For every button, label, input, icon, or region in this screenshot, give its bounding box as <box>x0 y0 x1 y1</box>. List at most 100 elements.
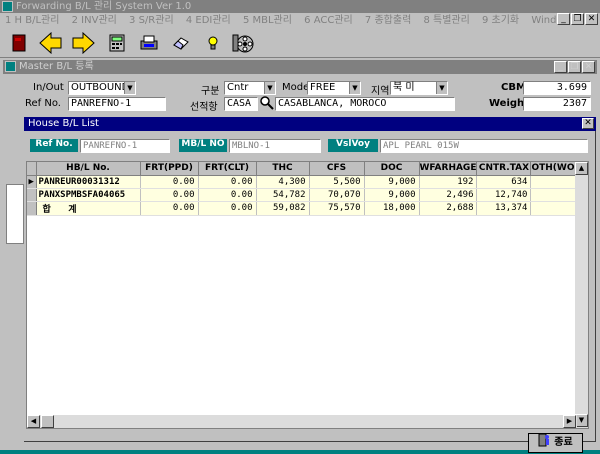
background-grid-edge <box>6 184 24 244</box>
menu-item-special[interactable]: 8 특별관리 <box>423 15 469 26</box>
close-icon[interactable]: ✕ <box>585 13 598 25</box>
app-logo-icon <box>2 1 13 12</box>
mode-select[interactable]: FREE ▼ <box>307 81 361 95</box>
close-button[interactable]: 종료 <box>528 433 583 453</box>
menu-item-sr[interactable]: 3 S/R관리 <box>129 15 174 26</box>
cell-ppd[interactable]: 0.00 <box>140 188 199 202</box>
vslvoy-badge: VslVoy <box>328 139 378 152</box>
minimize-icon[interactable]: _ <box>557 13 570 25</box>
app-title: Forwarding B/L 관리 System Ver 1.0 <box>16 1 192 12</box>
dialog-titlebar: House B/L List ✕ <box>24 117 596 131</box>
scroll-thumb[interactable] <box>41 415 54 428</box>
gubun-value: Cntr <box>227 82 249 93</box>
chevron-down-icon[interactable]: ▼ <box>264 82 275 94</box>
master-title: Master B/L 등록 <box>19 61 94 72</box>
menu-item-init[interactable]: 9 초기화 <box>482 15 519 26</box>
scroll-up-icon[interactable]: ▲ <box>575 162 588 175</box>
menu-item-mbl[interactable]: 5 MBL관리 <box>243 15 292 26</box>
scroll-left-icon[interactable]: ◀ <box>27 415 40 428</box>
indicator-header <box>27 162 37 176</box>
gubun-select[interactable]: Cntr ▼ <box>224 81 276 95</box>
window-logo-icon <box>5 61 16 72</box>
mode-label: Mode <box>282 82 310 93</box>
column-header[interactable]: WFARHAGE <box>419 162 478 176</box>
house-bl-grid[interactable]: HB/L No. FRT(PPD) FRT(CLT) THC CFS DOC W… <box>26 161 589 429</box>
column-header[interactable]: FRT(PPD) <box>140 162 199 176</box>
table-total-row[interactable]: 합 계 0.00 0.00 59,082 75,570 18,000 2,688… <box>27 201 588 216</box>
column-header[interactable]: FRT(CLT) <box>198 162 257 176</box>
column-header[interactable]: THC <box>256 162 310 176</box>
column-header[interactable]: CFS <box>309 162 365 176</box>
horizontal-scrollbar[interactable]: ◀ ▶ <box>27 415 577 428</box>
next-arrow-icon[interactable] <box>70 31 96 55</box>
cell-hbl[interactable]: PANREUR00031312 <box>36 175 141 189</box>
chevron-down-icon[interactable]: ▼ <box>124 82 135 94</box>
cell-cntr-tax[interactable]: 12,740 <box>476 188 532 202</box>
house-bl-list-dialog: House B/L List ✕ Ref No. PANREFNO-1 MB/L… <box>24 117 596 453</box>
calculator-icon[interactable] <box>104 31 130 55</box>
dialog-mbl-field[interactable]: MBLNO-1 <box>229 139 321 153</box>
film-reel-icon[interactable] <box>230 31 256 55</box>
cell-cfs[interactable]: 70,070 <box>309 188 365 202</box>
region-label: 지역 <box>371 86 390 97</box>
cell-wfarhage: 2,688 <box>419 201 478 216</box>
close-icon[interactable]: ✕ <box>582 61 595 73</box>
chevron-down-icon[interactable]: ▼ <box>349 82 360 94</box>
column-header[interactable]: CNTR.TAX <box>476 162 532 176</box>
refno-field[interactable]: PANREFNO-1 <box>68 97 166 111</box>
dialog-vslvoy-field[interactable]: APL PEARL 015W <box>380 139 588 153</box>
exit-person-icon <box>538 433 550 454</box>
port-name-field[interactable]: CASABLANCA, MOROCO <box>275 97 455 111</box>
menu-item-hbl[interactable]: 1 H B/L관리 <box>5 15 59 26</box>
column-header[interactable]: HB/L No. <box>36 162 141 176</box>
region-select[interactable]: 북 미 ▼ <box>390 81 448 95</box>
chevron-down-icon[interactable]: ▼ <box>436 82 447 94</box>
menu-item-acc[interactable]: 6 ACC관리 <box>304 15 353 26</box>
refno-badge: Ref No. <box>30 139 78 152</box>
menu-item-report[interactable]: 7 종합출력 <box>365 15 411 26</box>
cell-cfs[interactable]: 5,500 <box>309 175 365 189</box>
restore-icon[interactable]: ❐ <box>571 13 584 25</box>
eraser-icon[interactable] <box>168 31 194 55</box>
scroll-right-icon[interactable]: ▶ <box>563 415 576 428</box>
vertical-scrollbar[interactable]: ▲ ▼ <box>575 162 588 428</box>
cell-clt[interactable]: 0.00 <box>198 175 257 189</box>
gubun-label: 구분 <box>201 86 220 97</box>
column-header[interactable]: DOC <box>364 162 420 176</box>
cell-wfarhage[interactable]: 2,496 <box>419 188 478 202</box>
cell-clt[interactable]: 0.00 <box>198 188 257 202</box>
cell-hbl[interactable]: PANXSPMBSFA04065 <box>36 188 141 202</box>
menubar: 1 H B/L관리 2 INV관리 3 S/R관리 4 EDI관리 5 MBL관… <box>0 13 600 28</box>
cbm-field[interactable]: 3.699 <box>523 81 591 95</box>
row-pointer-icon: ▶ <box>27 175 37 189</box>
cell-clt: 0.00 <box>198 201 257 216</box>
minimize-icon[interactable]: _ <box>554 61 567 73</box>
cell-thc[interactable]: 54,782 <box>256 188 310 202</box>
cell-ppd[interactable]: 0.00 <box>140 175 199 189</box>
app-window-controls: _ ❐ ✕ <box>557 13 598 25</box>
search-icon[interactable] <box>260 96 274 113</box>
inout-select[interactable]: OUTBOUND ▼ <box>68 81 136 95</box>
table-row[interactable]: PANXSPMBSFA04065 0.00 0.00 54,782 70,070… <box>27 188 588 202</box>
close-icon[interactable]: ✕ <box>582 118 594 129</box>
cell-thc[interactable]: 4,300 <box>256 175 310 189</box>
port-label: 선적항 <box>190 102 218 113</box>
dialog-refno-field[interactable]: PANREFNO-1 <box>80 139 170 153</box>
cell-doc[interactable]: 9,000 <box>364 175 420 189</box>
cell-cntr-tax[interactable]: 634 <box>476 175 532 189</box>
inout-value: OUTBOUND <box>71 82 130 93</box>
port-code-field[interactable]: CASA <box>224 97 258 111</box>
menu-item-edi[interactable]: 4 EDI관리 <box>186 15 231 26</box>
table-row[interactable]: ▶ PANREUR00031312 0.00 0.00 4,300 5,500 … <box>27 175 588 189</box>
print-icon[interactable] <box>136 31 162 55</box>
prev-arrow-icon[interactable] <box>38 31 64 55</box>
restore-icon[interactable]: ❐ <box>568 61 581 73</box>
cell-doc[interactable]: 9,000 <box>364 188 420 202</box>
exit-door-icon[interactable] <box>6 31 32 55</box>
weight-field[interactable]: 2307 <box>523 97 591 111</box>
cell-wfarhage[interactable]: 192 <box>419 175 478 189</box>
master-window-controls: _ ❐ ✕ <box>554 61 595 73</box>
lightbulb-icon[interactable] <box>200 31 226 55</box>
cell-thc: 59,082 <box>256 201 310 216</box>
menu-item-inv[interactable]: 2 INV관리 <box>72 15 117 26</box>
